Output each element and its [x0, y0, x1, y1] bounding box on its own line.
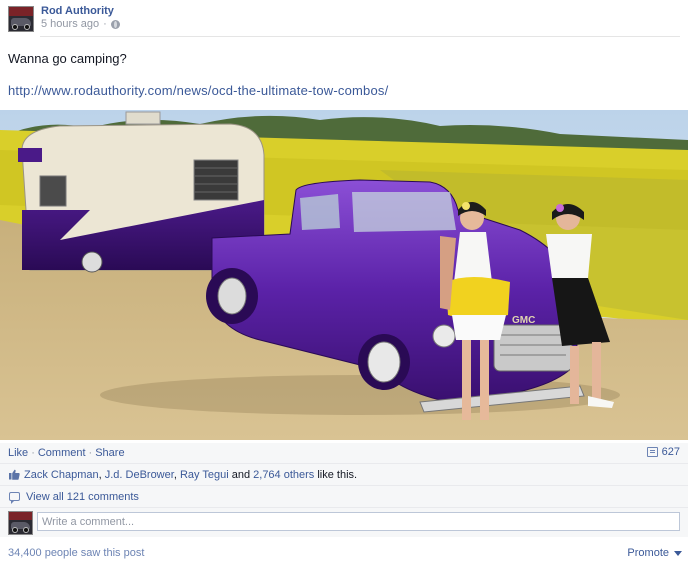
liker-link[interactable]: Ray Tegui — [180, 469, 229, 481]
comment-count[interactable]: 627 — [646, 446, 680, 458]
actions-bar: Like · Comment · Share 627 — [0, 443, 688, 463]
likes-summary: Zack Chapman, J.d. DeBrower, Ray Tegui a… — [24, 469, 358, 481]
seen-count[interactable]: 34,400 people saw this post — [8, 547, 144, 559]
globe-icon[interactable] — [110, 19, 120, 29]
action-separator: · — [88, 447, 93, 459]
post-message: Wanna go camping? — [8, 51, 127, 66]
post-meta: 5 hours ago · — [41, 18, 120, 30]
user-avatar — [8, 511, 33, 535]
timestamp[interactable]: 5 hours ago — [41, 18, 99, 30]
thumbs-up-icon — [9, 469, 20, 480]
comment-count-value: 627 — [661, 446, 680, 458]
comment-input[interactable] — [37, 512, 680, 531]
comments-count-icon — [646, 447, 658, 457]
like-link[interactable]: Like — [8, 447, 28, 459]
page-avatar[interactable] — [8, 6, 34, 32]
post-footer: 34,400 people saw this post Promote — [0, 537, 688, 563]
liker-link[interactable]: Zack Chapman — [24, 469, 99, 481]
liker-link[interactable]: J.d. DeBrower — [105, 469, 174, 481]
share-link[interactable]: Share — [95, 447, 124, 459]
promote-label: Promote — [627, 547, 669, 559]
post-photo[interactable]: GMC — [0, 110, 688, 440]
post-link[interactable]: http://www.rodauthority.com/news/ocd-the… — [8, 83, 388, 98]
photo-illustration: GMC — [0, 110, 688, 440]
comment-link[interactable]: Comment — [38, 447, 86, 459]
header-divider — [40, 36, 680, 37]
view-comments-row: View all 121 comments — [0, 485, 688, 507]
comment-bubble-icon — [9, 492, 20, 504]
view-all-comments-link[interactable]: View all 121 comments — [26, 491, 139, 503]
caret-down-icon — [674, 550, 682, 556]
author-name[interactable]: Rod Authority — [41, 5, 114, 17]
meta-separator: · — [103, 18, 107, 30]
likes-row: Zack Chapman, J.d. DeBrower, Ray Tegui a… — [0, 463, 688, 485]
action-separator: · — [31, 447, 35, 459]
comment-composer-row — [0, 507, 688, 537]
promote-button[interactable]: Promote — [627, 547, 682, 559]
post-header: Rod Authority 5 hours ago · — [8, 4, 680, 34]
truck-badge: GMC — [512, 315, 535, 326]
post-actions: Like · Comment · Share — [8, 447, 125, 459]
others-link[interactable]: 2,764 others — [253, 469, 314, 481]
